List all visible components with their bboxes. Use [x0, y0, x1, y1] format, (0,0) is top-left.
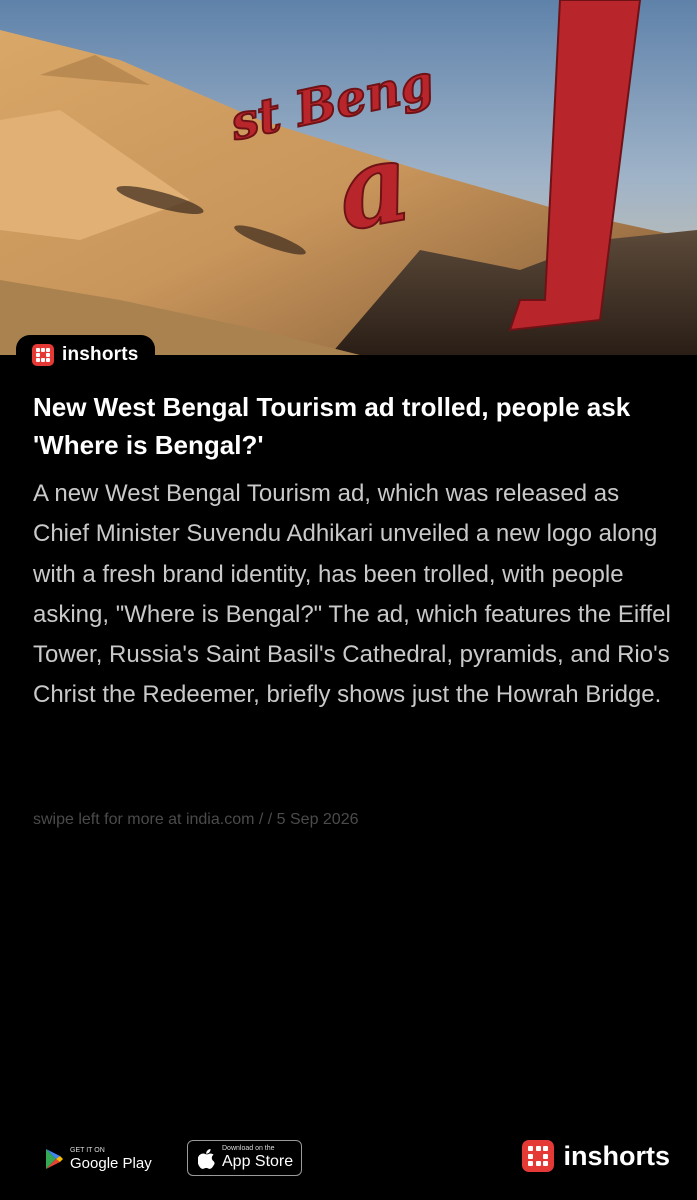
- article-body: A new West Bengal Tourism ad, which was …: [33, 480, 671, 709]
- inshorts-logo-icon: [32, 344, 54, 366]
- footer-brand-name: inshorts: [563, 1140, 670, 1171]
- google-play-badge[interactable]: GET IT ON Google Play: [44, 1141, 156, 1177]
- hero-image: st Beng a: [0, 0, 697, 355]
- inshorts-logo-icon: [522, 1140, 555, 1172]
- article-meta[interactable]: swipe left for more at india.com / / 5 S…: [33, 811, 359, 829]
- brand-badge: inshorts: [16, 335, 155, 375]
- brand-name: inshorts: [62, 344, 139, 365]
- play-store-icon: [46, 1149, 63, 1169]
- hero-picture: st Beng a: [0, 0, 697, 355]
- google-play-label: Google Play: [70, 1154, 152, 1172]
- footer-brand: inshorts: [522, 1140, 670, 1172]
- article-headline: New West Bengal Tourism ad trolled, peop…: [33, 392, 631, 460]
- app-store-label: App Store: [222, 1153, 294, 1170]
- apple-icon: [198, 1148, 215, 1169]
- app-store-badge[interactable]: Download on the App Store: [187, 1140, 302, 1176]
- footer: GET IT ON Google Play Download on the Ap…: [0, 1135, 697, 1185]
- app-store-small-text: Download on the: [222, 1145, 275, 1152]
- google-play-small-text: GET IT ON: [70, 1146, 105, 1154]
